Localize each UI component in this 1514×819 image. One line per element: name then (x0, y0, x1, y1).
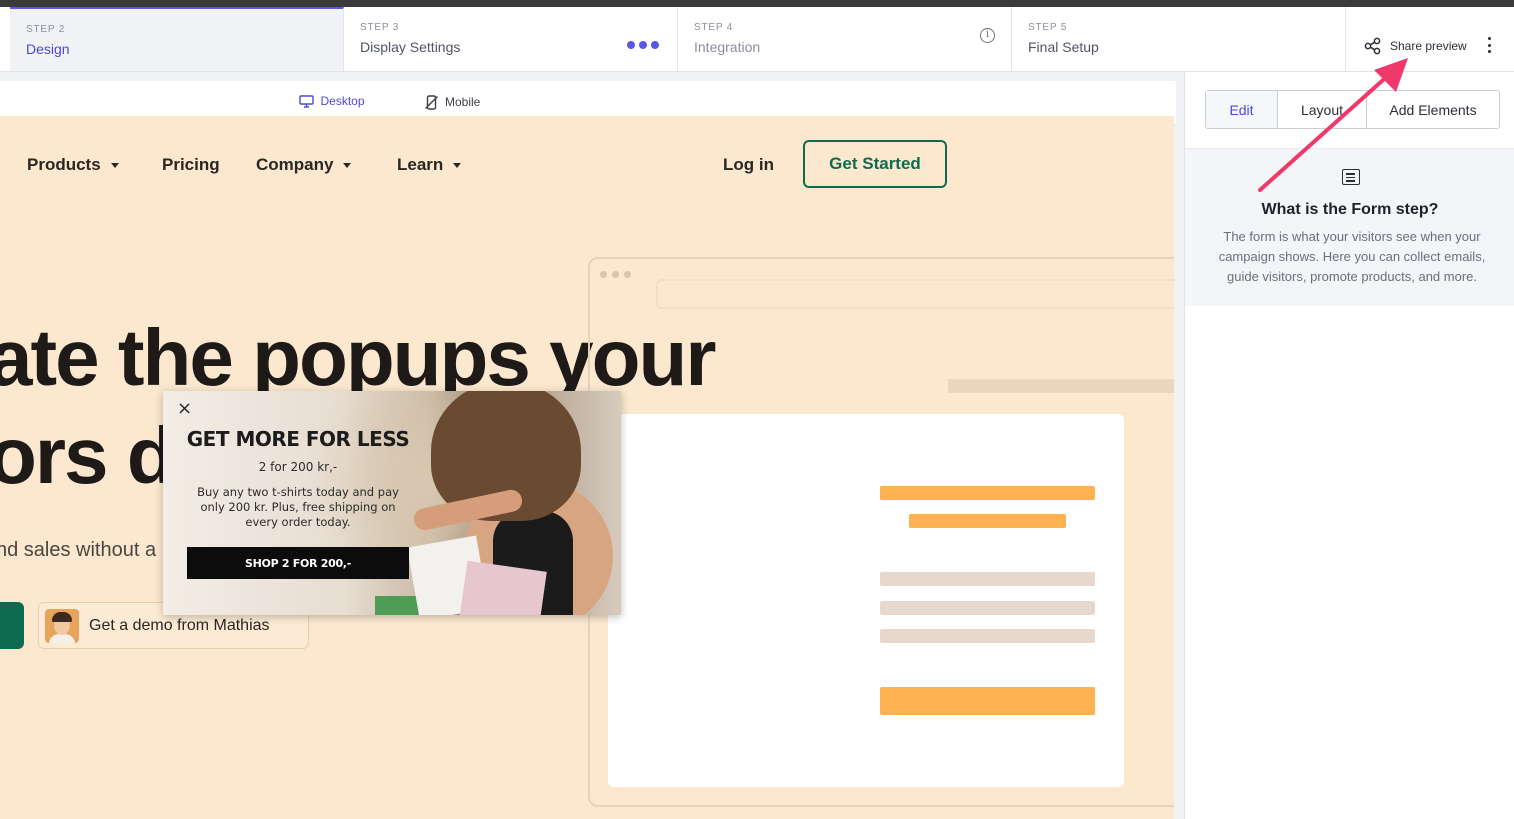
demo-button-label: Get a demo from Mathias (89, 616, 270, 634)
step-display-settings[interactable]: STEP 3 Display Settings (344, 7, 678, 71)
step-design[interactable]: STEP 2 Design (10, 7, 344, 71)
step-number: STEP 3 (360, 22, 400, 33)
hero-subline: nd sales without a (0, 539, 157, 561)
get-started-button[interactable]: Get Started (803, 140, 947, 188)
mock-heading-bar (880, 486, 1095, 500)
window-dots-icon (600, 271, 631, 278)
popup-subtitle: 2 for 200 kr,- (258, 460, 338, 474)
step-label: Final Setup (1028, 39, 1099, 55)
mock-field-bar (880, 629, 1095, 643)
mock-field-bar (880, 601, 1095, 615)
mock-url-bar (656, 279, 1174, 309)
panel-description: The form is what your visitors see when … (1218, 229, 1486, 284)
more-options-icon[interactable] (1486, 37, 1492, 53)
step-label: Integration (694, 39, 761, 55)
side-panel: Edit Layout Add Elements What is the For… (1184, 72, 1514, 819)
mock-form-card (608, 414, 1124, 787)
nav-login-label: Log in (723, 155, 774, 174)
tab-edit[interactable]: Edit (1206, 91, 1278, 128)
hero-headline-line2: ors d (0, 411, 176, 500)
chevron-down-icon (110, 162, 119, 168)
nav-login[interactable]: Log in (723, 155, 774, 175)
window-top-edge (0, 0, 1514, 7)
popup-title: GET MORE FOR LESS (186, 427, 410, 451)
nav-learn[interactable]: Learn (397, 155, 462, 175)
info-icon[interactable]: i (980, 28, 995, 43)
browser-mockup-illustration (588, 257, 1174, 807)
chevron-down-icon (453, 162, 462, 168)
nav-products[interactable]: Products (27, 155, 119, 175)
preview-canvas: Desktop Mobile Products Pricing Company … (0, 72, 1184, 819)
campaign-popup[interactable]: × GET MORE FOR LESS 2 for 200 kr,- Buy a… (163, 391, 621, 615)
share-preview-label: Share preview (1390, 39, 1467, 53)
tab-desktop-label: Desktop (320, 94, 365, 108)
step-integration[interactable]: STEP 4 Integration i (678, 7, 1012, 71)
tab-add-elements[interactable]: Add Elements (1367, 91, 1499, 128)
desktop-icon (299, 94, 315, 108)
chevron-down-icon (343, 162, 352, 168)
loading-dots-icon (627, 41, 659, 49)
close-icon[interactable]: × (177, 400, 192, 418)
mock-strip (948, 379, 1174, 393)
primary-cta-button[interactable] (0, 602, 24, 649)
website-preview: Products Pricing Company Learn Log in Ge… (0, 116, 1174, 819)
nav-pricing[interactable]: Pricing (162, 155, 220, 175)
tab-layout[interactable]: Layout (1278, 91, 1367, 128)
nav-company-label: Company (256, 155, 334, 174)
mock-subheading-bar (909, 514, 1066, 528)
popup-cta-button[interactable]: SHOP 2 FOR 200,- (187, 547, 409, 579)
mobile-off-icon (425, 94, 438, 110)
step-label: Display Settings (360, 39, 461, 55)
step-number: STEP 2 (26, 24, 66, 35)
tab-mobile-label: Mobile (445, 95, 481, 109)
panel-tabs: Edit Layout Add Elements (1205, 90, 1500, 129)
step-final-setup[interactable]: STEP 5 Final Setup (1012, 7, 1346, 71)
step-label: Design (26, 41, 70, 57)
nav-company[interactable]: Company (256, 155, 352, 175)
nav-pricing-label: Pricing (162, 155, 220, 174)
nav-products-label: Products (27, 155, 101, 174)
share-icon (1364, 37, 1381, 55)
step-number: STEP 5 (1028, 22, 1068, 33)
form-icon (1342, 169, 1360, 185)
popup-body: Buy any two t-shirts today and pay only … (197, 485, 399, 529)
avatar (45, 608, 79, 643)
form-step-info: What is the Form step? The form is what … (1185, 148, 1514, 306)
mock-field-bar (880, 572, 1095, 586)
step-number: STEP 4 (694, 22, 734, 33)
steps-bar: STEP 2 Design STEP 3 Display Settings ST… (0, 7, 1514, 72)
mock-button-bar (880, 687, 1095, 715)
share-preview-button[interactable]: Share preview (1364, 37, 1467, 55)
nav-learn-label: Learn (397, 155, 444, 174)
panel-title: What is the Form step? (1261, 201, 1439, 218)
